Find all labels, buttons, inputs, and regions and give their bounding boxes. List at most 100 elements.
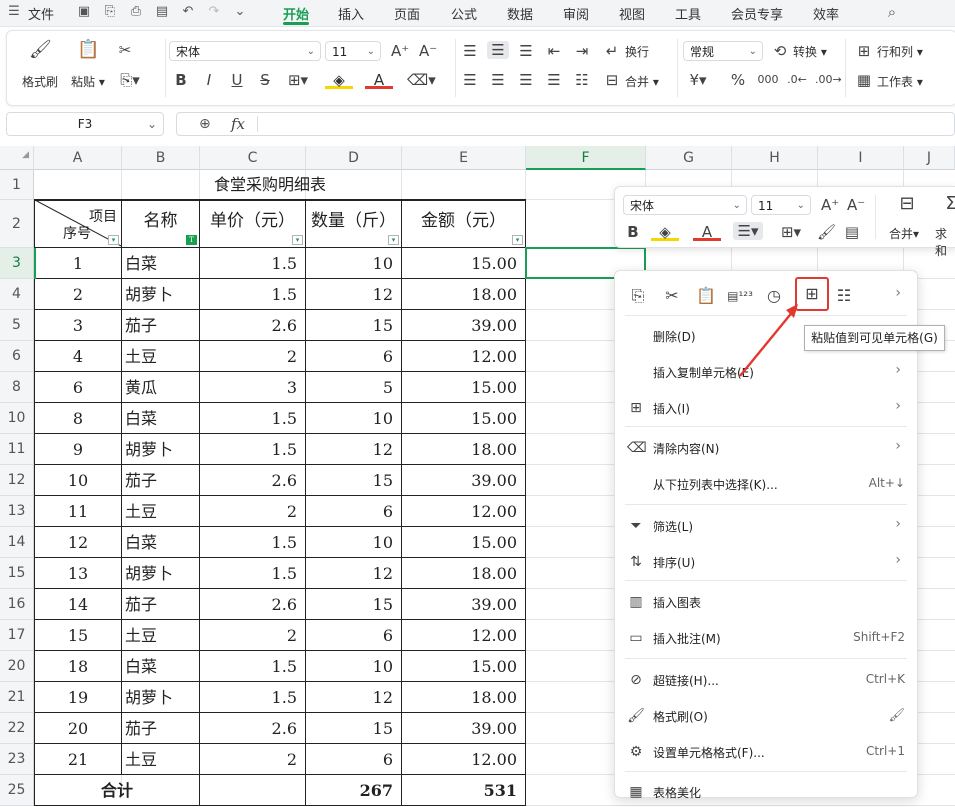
context-menu-item[interactable]: ⏷ 筛选(L) › [615, 511, 917, 541]
percent-icon[interactable]: % [729, 71, 747, 89]
rows-cols-icon[interactable]: ⊞ [855, 42, 873, 60]
thousands-icon[interactable]: 000 [757, 71, 779, 89]
border-icon[interactable]: ⊞▾ [777, 223, 805, 241]
format-painter-icon[interactable]: 🖌 [29, 41, 52, 59]
fill-color-icon[interactable]: ◈ [325, 71, 353, 89]
filter-dropdown-icon[interactable]: ▾ [292, 235, 303, 245]
tab-6[interactable]: 审阅 [563, 4, 589, 23]
column-header-c[interactable]: C [200, 146, 306, 170]
column-header-b[interactable]: B [122, 146, 200, 170]
align-right-icon[interactable]: ☰ [517, 71, 535, 89]
copy-icon[interactable]: ⎘▾ [115, 71, 145, 89]
row-header[interactable]: 3 [0, 248, 34, 279]
export-icon[interactable]: ⎘ [102, 4, 118, 20]
column-header-a[interactable]: A [34, 146, 122, 170]
name-box[interactable]: F3 ⌄ [6, 112, 164, 136]
save-icon[interactable]: ▣ [76, 4, 92, 20]
context-menu-item[interactable]: ⚙ 设置单元格格式(F)... Ctrl+1 [615, 737, 917, 767]
align-left-icon[interactable]: ☰ [461, 71, 479, 89]
row-header[interactable]: 10 [0, 403, 34, 434]
redo-icon[interactable]: ↷ [206, 4, 222, 20]
context-menu-item[interactable]: ▭ 插入批注(M) Shift+F2 [615, 623, 917, 653]
paste-icon[interactable]: 📋 [77, 41, 99, 59]
merge-button[interactable]: 合并 ▾ [625, 73, 659, 90]
column-header-g[interactable]: G [646, 146, 732, 170]
row-header[interactable]: 12 [0, 465, 34, 496]
chevron-down-icon[interactable]: ⌄ [232, 4, 248, 20]
row-header[interactable]: 23 [0, 744, 34, 775]
underline-icon[interactable]: U [229, 71, 245, 89]
column-header-h[interactable]: H [732, 146, 818, 170]
function-icon[interactable]: fx [231, 115, 245, 133]
decrease-font-icon[interactable]: A⁻ [847, 196, 865, 214]
context-menu-item[interactable]: 🖌 格式刷(O) 🖌 [615, 701, 917, 731]
row-header[interactable]: 2 [0, 200, 34, 248]
tab-2[interactable]: 插入 [338, 4, 364, 23]
align-bottom-icon[interactable]: ☰ [517, 42, 535, 60]
format-painter-button[interactable]: 格式刷 [22, 73, 58, 90]
row-header[interactable]: 5 [0, 310, 34, 341]
fill-color-icon[interactable]: ◈ [651, 223, 679, 241]
decrease-decimal-icon[interactable]: .00→ [815, 71, 842, 89]
row-header[interactable]: 1 [0, 170, 34, 200]
context-menu-item[interactable]: ▥ 插入图表 [615, 587, 917, 617]
row-header[interactable]: 21 [0, 682, 34, 713]
row-header[interactable]: 4 [0, 279, 34, 310]
rows-cols-button[interactable]: 行和列 ▾ [877, 43, 923, 60]
font-size-select[interactable]: 11 ⌄ [325, 41, 381, 61]
cut-icon[interactable]: ✂ [659, 283, 685, 309]
zoom-icon[interactable]: ⊕ [199, 116, 211, 132]
column-header-f[interactable]: F [526, 146, 646, 170]
currency-icon[interactable]: ¥▾ [683, 71, 713, 89]
context-menu-item[interactable]: ⌫ 清除内容(N) › [615, 433, 917, 463]
paste-special-icon[interactable]: ☷ [831, 283, 857, 309]
increase-font-icon[interactable]: A⁺ [391, 42, 409, 60]
sum-icon[interactable]: Σ [941, 195, 955, 213]
column-header-d[interactable]: D [306, 146, 402, 170]
print-icon[interactable]: ⎙ [128, 4, 144, 20]
mini-font-size-select[interactable]: 11 ⌄ [751, 195, 811, 215]
bold-icon[interactable]: B [173, 71, 189, 89]
search-icon[interactable]: ⌕ [884, 4, 900, 20]
tab-10[interactable]: 效率 [813, 4, 839, 23]
convert-button[interactable]: 转换 ▾ [793, 43, 827, 60]
column-header-i[interactable]: I [818, 146, 904, 170]
justify-icon[interactable]: ☰ [545, 71, 563, 89]
row-header[interactable]: 8 [0, 372, 34, 403]
worksheet-icon[interactable]: ▦ [855, 71, 873, 89]
clear-format-icon[interactable]: ⌫▾ [407, 71, 436, 89]
row-header[interactable]: 14 [0, 527, 34, 558]
align-top-icon[interactable]: ☰ [461, 42, 479, 60]
increase-font-icon[interactable]: A⁺ [821, 196, 839, 214]
row-header[interactable]: 20 [0, 651, 34, 682]
cut-icon[interactable]: ✂ [115, 41, 135, 59]
mini-sum-button[interactable]: 求和 [935, 225, 955, 259]
wrap-button[interactable]: 换行 [625, 43, 649, 60]
tab-4[interactable]: 公式 [451, 4, 477, 23]
context-menu-item[interactable]: ⇅ 排序(U) › [615, 547, 917, 577]
row-header[interactable]: 6 [0, 341, 34, 372]
font-color-icon[interactable]: A [365, 71, 393, 89]
formula-bar[interactable]: ⊕ fx [176, 112, 955, 136]
merge-icon[interactable]: ⊟ [895, 195, 919, 213]
paste-button[interactable]: 粘贴 ▾ [71, 73, 105, 90]
row-header[interactable]: 13 [0, 496, 34, 527]
align-middle-icon[interactable]: ☰ [487, 41, 509, 59]
filter-dropdown-icon[interactable]: ▾ [512, 235, 523, 245]
chevron-right-icon[interactable]: › [895, 285, 901, 301]
border-icon[interactable]: ⊞▾ [285, 71, 311, 89]
bold-icon[interactable]: B [625, 223, 641, 241]
row-header[interactable]: 17 [0, 620, 34, 651]
select-all-corner[interactable]: ◢ [0, 146, 34, 170]
chevron-down-icon[interactable]: ⌄ [147, 113, 157, 135]
row-header[interactable]: 22 [0, 713, 34, 744]
tab-8[interactable]: 工具 [675, 4, 701, 23]
distribute-icon[interactable]: ☷ [573, 71, 591, 89]
tab-7[interactable]: 视图 [619, 4, 645, 23]
context-menu-item[interactable]: ⊞ 插入(I) › [615, 393, 917, 423]
filter-active-icon[interactable]: T [186, 235, 197, 245]
undo-icon[interactable]: ↶ [180, 4, 196, 20]
decrease-font-icon[interactable]: A⁻ [419, 42, 437, 60]
tab-1[interactable]: 开始 [283, 4, 309, 23]
align-center-icon[interactable]: ☰ [489, 71, 507, 89]
